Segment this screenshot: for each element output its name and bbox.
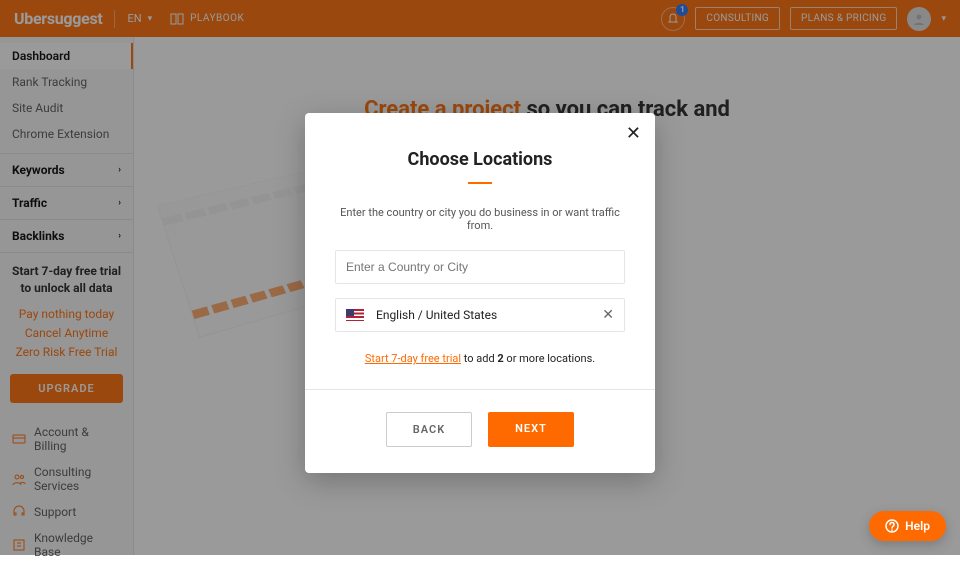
remove-location-button[interactable]: ✕: [602, 307, 614, 323]
modal-subtitle: Enter the country or city you do busines…: [335, 206, 625, 232]
modal-title: Choose Locations: [335, 149, 625, 170]
close-icon: ✕: [626, 123, 641, 144]
start-trial-link[interactable]: Start 7-day free trial: [365, 352, 461, 365]
trial-upsell: Start 7-day free trial to add 2 or more …: [335, 352, 625, 365]
location-input[interactable]: [335, 250, 625, 284]
selected-location-chip: English / United States ✕: [335, 298, 625, 332]
selected-location-label: English / United States: [376, 308, 497, 322]
back-button[interactable]: BACK: [386, 412, 472, 447]
next-button[interactable]: NEXT: [488, 412, 574, 447]
modal-overlay[interactable]: ✕ Choose Locations Enter the country or …: [0, 0, 960, 555]
help-label: Help: [905, 519, 930, 533]
divider: [468, 182, 492, 184]
modal-footer: BACK NEXT: [305, 389, 655, 473]
choose-locations-modal: ✕ Choose Locations Enter the country or …: [305, 113, 655, 473]
close-icon: ✕: [602, 307, 614, 323]
trial-text-mid: to add: [461, 352, 497, 365]
help-button[interactable]: Help: [869, 511, 946, 541]
flag-us-icon: [346, 309, 364, 321]
trial-text-end: or more locations.: [504, 352, 595, 365]
help-icon: [885, 519, 899, 533]
close-button[interactable]: ✕: [626, 125, 641, 143]
